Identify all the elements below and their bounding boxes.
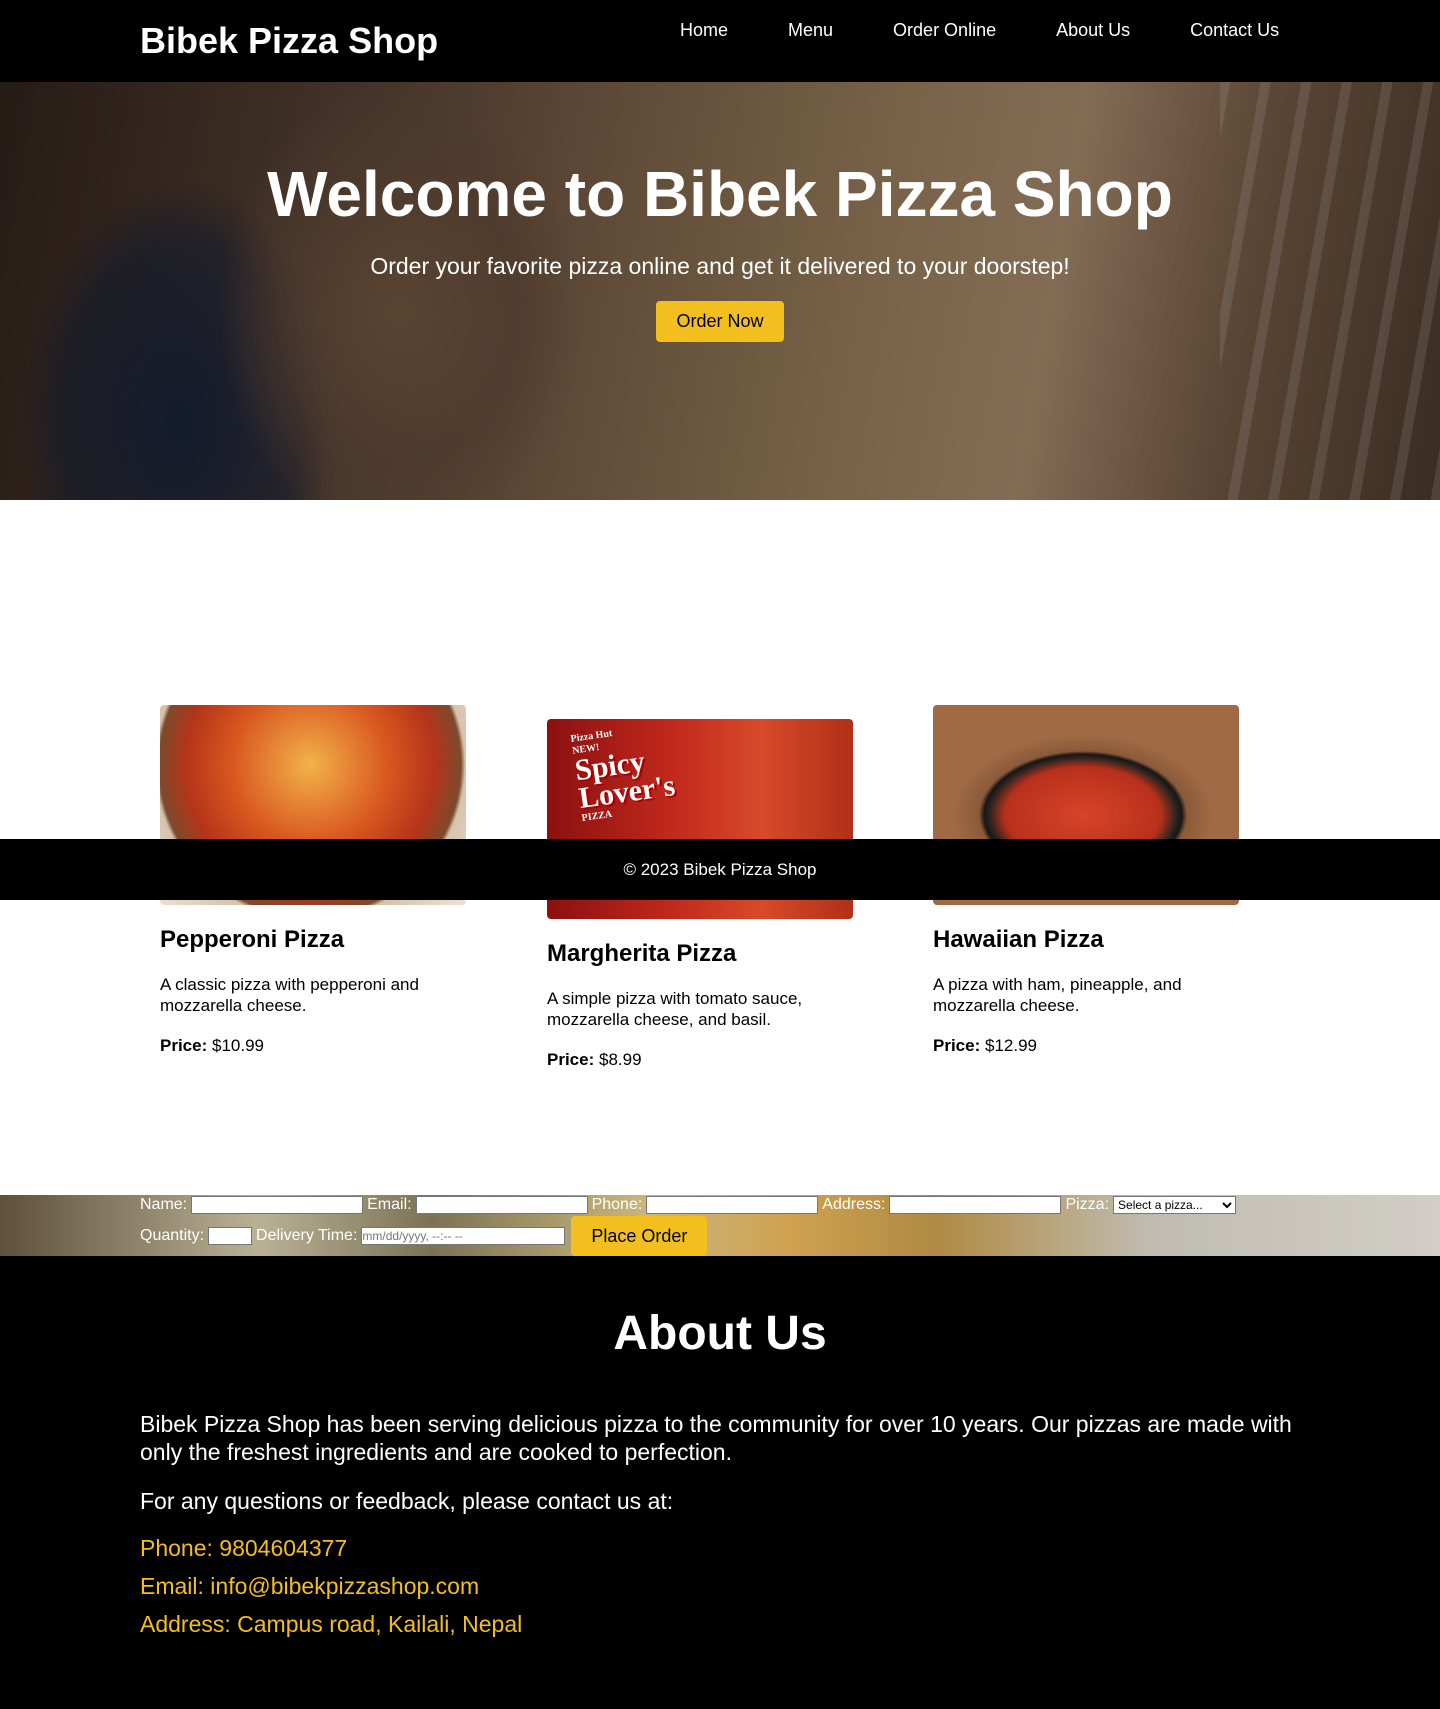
about-paragraph: Bibek Pizza Shop has been serving delici… [140, 1411, 1292, 1465]
contact-address: Address: Campus road, Kailali, Nepal [140, 1611, 523, 1637]
hero-title: Welcome to Bibek Pizza Shop [267, 158, 1173, 230]
phone-input[interactable] [646, 1196, 819, 1214]
menu-item-description: A pizza with ham, pineapple, and mozzare… [933, 975, 1182, 1015]
address-input[interactable] [889, 1196, 1062, 1214]
hero-section: Welcome to Bibek Pizza Shop Order your f… [0, 82, 1440, 500]
name-input[interactable] [191, 1196, 364, 1214]
order-now-button[interactable]: Order Now [656, 301, 784, 342]
contact-phone[interactable]: Phone: 9804604377 [140, 1535, 347, 1562]
menu-item-price: Price: $12.99 [933, 1036, 1037, 1055]
nav-about-us[interactable]: About Us [1056, 20, 1130, 41]
delivery-time-label: Delivery Time: [256, 1227, 358, 1244]
address-label: Address: [822, 1196, 886, 1213]
email-input[interactable] [415, 1196, 588, 1214]
phone-label: Phone: [591, 1196, 643, 1213]
hero-subtitle: Order your favorite pizza online and get… [370, 253, 1070, 279]
delivery-time-input[interactable] [361, 1227, 566, 1245]
pizza-label: Pizza: [1065, 1196, 1110, 1213]
menu-item-price: Price: $10.99 [160, 1036, 264, 1055]
menu-item-name: Hawaiian Pizza [933, 926, 1104, 953]
brand-logo-text[interactable]: Bibek Pizza Shop [140, 20, 438, 62]
contact-intro: For any questions or feedback, please co… [140, 1488, 674, 1514]
pizza-select[interactable]: Select a pizza... [1113, 1196, 1237, 1214]
menu-item-description: A simple pizza with tomato sauce, mozzar… [547, 989, 803, 1029]
order-form-row-2: Quantity: Delivery Time: Place Order [140, 1216, 708, 1256]
about-title: About Us [613, 1307, 827, 1360]
quantity-input[interactable] [208, 1227, 253, 1245]
name-label: Name: [140, 1196, 188, 1213]
contact-email[interactable]: Email: info@bibekpizzashop.com [140, 1573, 479, 1600]
site-header: Bibek Pizza Shop Home Menu Order Online … [0, 0, 1440, 82]
menu-item-name: Pepperoni Pizza [160, 926, 345, 953]
menu-item-description: A classic pizza with pepperoni and mozza… [160, 975, 419, 1015]
nav-home[interactable]: Home [680, 20, 728, 41]
order-form-row-1: Name: Email: Phone: Address: Pizza: Sele… [140, 1195, 1240, 1215]
menu-item-price: Price: $8.99 [547, 1050, 642, 1069]
footer-bar: © 2023 Bibek Pizza Shop [0, 839, 1440, 900]
nav-order-online[interactable]: Order Online [893, 20, 996, 41]
email-label: Email: [367, 1196, 412, 1213]
main-nav: Home Menu Order Online About Us Contact … [680, 20, 1279, 41]
nav-menu[interactable]: Menu [788, 20, 833, 41]
about-section: About Us Bibek Pizza Shop has been servi… [0, 1256, 1440, 1709]
nav-contact-us[interactable]: Contact Us [1190, 20, 1279, 41]
quantity-label: Quantity: [140, 1227, 205, 1244]
promo-badge: Pizza Hut NEW! Spicy Lover's PIZZA [569, 728, 678, 825]
place-order-button[interactable]: Place Order [571, 1216, 708, 1256]
menu-item-name: Margherita Pizza [547, 940, 737, 967]
copyright-text: © 2023 Bibek Pizza Shop [623, 860, 817, 879]
